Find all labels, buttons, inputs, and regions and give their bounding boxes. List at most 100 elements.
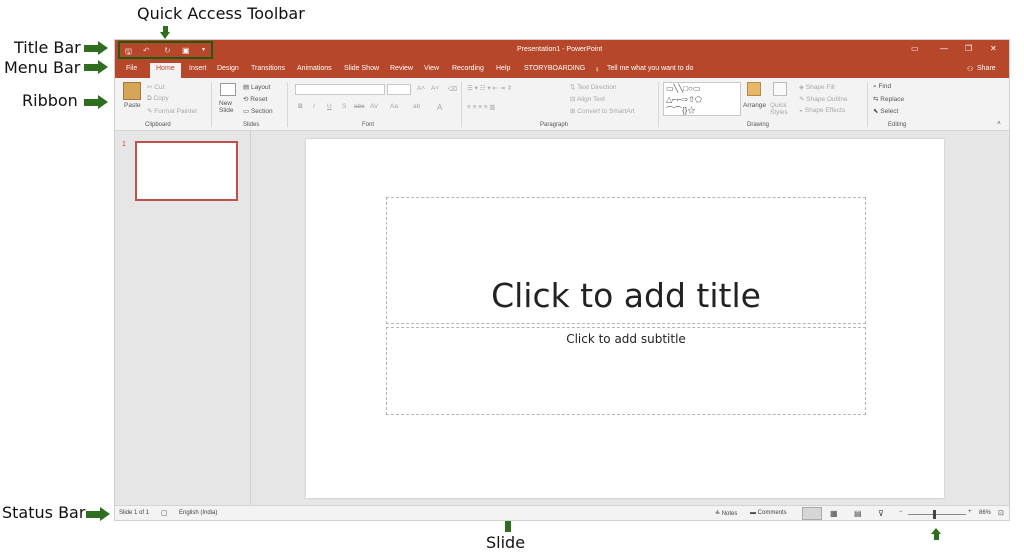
bold-button[interactable]: B bbox=[298, 103, 303, 110]
reading-view-icon[interactable]: ▤ bbox=[854, 509, 862, 518]
highlight-icon[interactable]: ab bbox=[413, 103, 420, 110]
minimize-icon[interactable]: — bbox=[940, 44, 948, 53]
customize-qat-icon[interactable]: ▾ bbox=[202, 46, 205, 53]
slide-canvas[interactable]: Click to add title Click to add subtitle bbox=[306, 139, 944, 498]
find-label: Find bbox=[878, 83, 892, 90]
tab-storyboarding[interactable]: STORYBOARDING bbox=[524, 65, 585, 72]
annotation-arrow-right-icon bbox=[84, 95, 108, 109]
strikethrough-button[interactable]: abc bbox=[354, 103, 364, 110]
tab-view[interactable]: View bbox=[424, 65, 439, 72]
cut-button[interactable]: ✂ Cut bbox=[147, 83, 164, 91]
slide-thumbnail-pane: 1 bbox=[115, 131, 251, 505]
section-button[interactable]: ▭ Section bbox=[243, 107, 273, 115]
convert-smartart-label: Convert to SmartArt bbox=[577, 108, 635, 115]
shape-outline-button[interactable]: ✎ Shape Outline bbox=[799, 95, 847, 103]
new-slide-icon[interactable] bbox=[220, 83, 236, 96]
shrink-font-icon[interactable]: A˅ bbox=[431, 85, 439, 92]
italic-button[interactable]: I bbox=[313, 103, 315, 110]
reset-label: Reset bbox=[250, 96, 268, 103]
language-status[interactable]: English (India) bbox=[179, 510, 217, 516]
alignment-icons[interactable]: ≡ ≡ ≡ ≡ ▥ bbox=[467, 103, 496, 111]
subtitle-placeholder[interactable]: Click to add subtitle bbox=[386, 327, 866, 415]
tab-review[interactable]: Review bbox=[390, 65, 413, 72]
font-color-button[interactable]: A bbox=[437, 103, 442, 112]
section-label: Section bbox=[250, 108, 273, 115]
annotation-menu-bar: Menu Bar bbox=[4, 58, 81, 77]
title-placeholder[interactable]: Click to add title bbox=[386, 197, 866, 324]
tab-animations[interactable]: Animations bbox=[297, 65, 332, 72]
font-size-combo[interactable] bbox=[387, 84, 411, 95]
tab-recording[interactable]: Recording bbox=[452, 65, 484, 72]
shadow-button[interactable]: S bbox=[342, 103, 346, 110]
tab-design[interactable]: Design bbox=[217, 65, 239, 72]
arrange-button[interactable]: Arrange bbox=[743, 102, 766, 109]
replace-button[interactable]: ⇆ Replace bbox=[873, 95, 904, 103]
quick-styles-icon[interactable] bbox=[773, 82, 787, 96]
shape-fill-button[interactable]: ◈ Shape Fill bbox=[799, 83, 835, 91]
shapes-gallery[interactable]: ▭╲╲□○▭ △⌐⌐⇨⇧⬠ ⌒⌒{}☆ bbox=[663, 82, 741, 116]
arrange-icon[interactable] bbox=[747, 82, 761, 96]
zoom-slider-track[interactable] bbox=[908, 514, 966, 515]
paste-icon[interactable] bbox=[123, 82, 141, 100]
spelling-icon[interactable]: ▢ bbox=[161, 509, 168, 517]
tab-transitions[interactable]: Transitions bbox=[251, 65, 285, 72]
new-slide-button[interactable]: New Slide bbox=[219, 100, 239, 114]
shape-effects-button[interactable]: ◒ Shape Effects bbox=[799, 107, 845, 114]
tab-slide-show[interactable]: Slide Show bbox=[344, 65, 379, 72]
quick-styles-button[interactable]: Quick Styles bbox=[770, 102, 794, 116]
change-case-button[interactable]: Aa bbox=[390, 103, 398, 110]
collapse-ribbon-icon[interactable]: ˄ bbox=[997, 120, 1001, 127]
align-text-button[interactable]: ⊟ Align Text bbox=[570, 95, 605, 103]
character-spacing-button[interactable]: AV bbox=[370, 103, 378, 110]
ribbon-display-options-icon[interactable]: ▭ bbox=[911, 44, 919, 53]
normal-view-icon[interactable] bbox=[802, 507, 822, 520]
layout-button[interactable]: ▤ Layout bbox=[243, 83, 270, 91]
undo-icon[interactable]: ↶ bbox=[143, 46, 150, 55]
restore-icon[interactable]: ❐ bbox=[965, 44, 972, 53]
tab-home[interactable]: Home bbox=[150, 63, 181, 78]
menu-bar: File Home Insert Design Transitions Anim… bbox=[115, 60, 1009, 78]
close-icon[interactable]: ✕ bbox=[990, 44, 997, 53]
underline-button[interactable]: U bbox=[327, 103, 332, 110]
paste-button[interactable]: Paste bbox=[124, 102, 141, 109]
find-button[interactable]: ⌕ Find bbox=[873, 83, 891, 91]
convert-smartart-button[interactable]: ⊞ Convert to SmartArt bbox=[570, 107, 635, 115]
tab-help[interactable]: Help bbox=[496, 65, 510, 72]
slideshow-start-icon[interactable]: ▣ bbox=[182, 46, 190, 55]
annotation-arrow-up-small-icon bbox=[931, 528, 942, 540]
save-icon[interactable]: 🖫 bbox=[125, 46, 132, 60]
redo-icon[interactable]: ↻ bbox=[164, 46, 171, 55]
annotation-arrow-right-icon bbox=[84, 41, 108, 55]
lightbulb-icon: ♀ bbox=[594, 65, 600, 74]
copy-button[interactable]: ⧉ Copy bbox=[147, 95, 169, 103]
ribbon: Paste ✂ Cut ⧉ Copy ✎ Format Painter Clip… bbox=[115, 78, 1009, 131]
work-area: 1 Click to add title Click to add subtit… bbox=[115, 131, 1009, 505]
reset-button[interactable]: ⟲ Reset bbox=[243, 95, 267, 103]
tell-me-search[interactable]: Tell me what you want to do bbox=[607, 65, 693, 72]
notes-label: Notes bbox=[721, 511, 738, 517]
cut-label: Cut bbox=[154, 84, 165, 91]
tab-file[interactable]: File bbox=[126, 65, 137, 72]
font-name-combo[interactable] bbox=[295, 84, 385, 95]
share-button[interactable]: Share bbox=[977, 65, 996, 72]
format-painter-button[interactable]: ✎ Format Painter bbox=[147, 107, 197, 115]
slide-sorter-icon[interactable]: ▦ bbox=[830, 509, 838, 518]
fit-to-window-icon[interactable]: ⊡ bbox=[998, 509, 1004, 517]
slideshow-view-icon[interactable]: ⊽ bbox=[878, 509, 884, 518]
comments-label: Comments bbox=[757, 510, 787, 516]
clear-formatting-icon[interactable]: ⌫ bbox=[448, 85, 457, 93]
select-button[interactable]: ⬉ Select bbox=[873, 107, 898, 115]
comments-button[interactable]: ▬ Comments bbox=[750, 510, 787, 516]
grow-font-icon[interactable]: A˄ bbox=[417, 85, 425, 92]
zoom-slider-thumb[interactable] bbox=[933, 510, 937, 519]
zoom-level[interactable]: 86% bbox=[979, 510, 991, 516]
annotation-ribbon: Ribbon bbox=[22, 91, 78, 110]
tab-insert[interactable]: Insert bbox=[189, 65, 207, 72]
replace-label: Replace bbox=[880, 96, 905, 103]
zoom-out-icon[interactable]: − bbox=[899, 509, 903, 515]
notes-button[interactable]: ≙ Notes bbox=[715, 510, 737, 517]
bullets-icon[interactable]: ☰ ▾ ☷ ▾ ⇤ ⇥ ⇕ bbox=[467, 84, 512, 92]
slide-thumbnail[interactable] bbox=[135, 141, 238, 201]
text-direction-button[interactable]: ⇅ Text Direction bbox=[570, 83, 617, 91]
zoom-in-icon[interactable]: + bbox=[968, 509, 972, 515]
